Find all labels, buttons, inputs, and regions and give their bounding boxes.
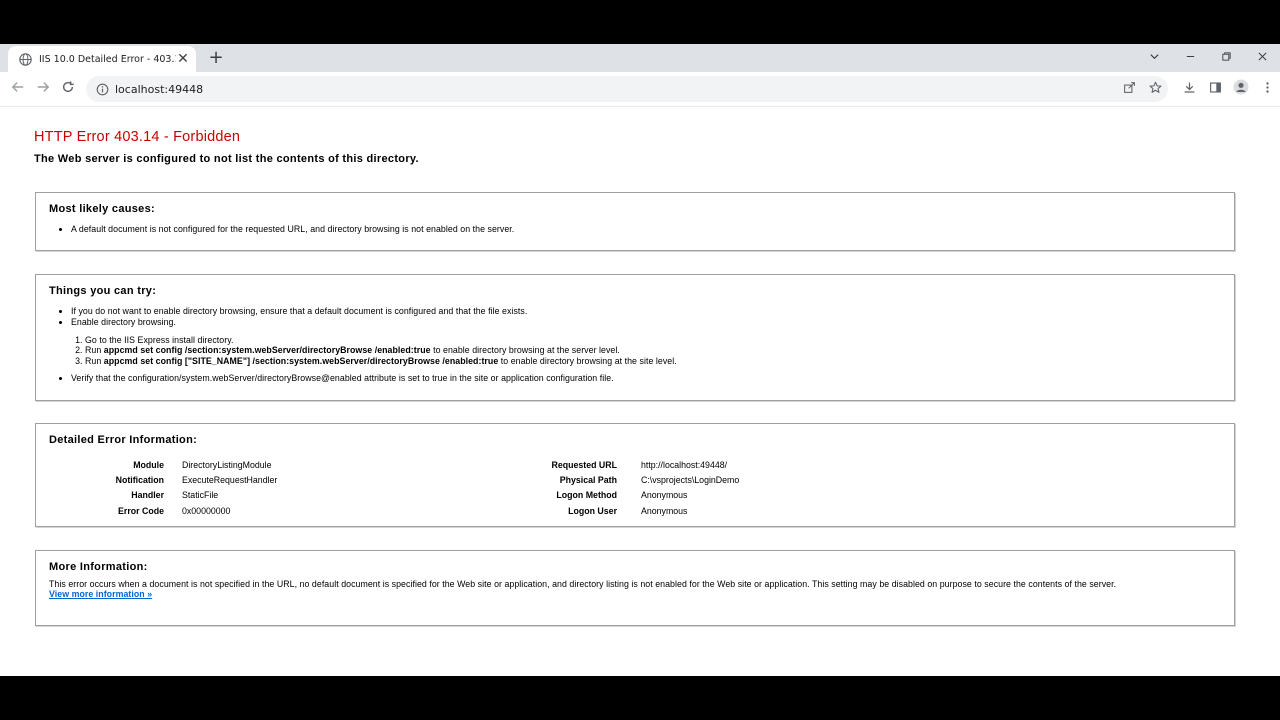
more-info-text: This error occurs when a document is not…	[49, 579, 1117, 589]
new-tab-button[interactable]: +	[206, 48, 226, 68]
detail-value: StaticFile	[182, 490, 219, 501]
causes-panel: Most likely causes: A default document i…	[35, 192, 1235, 251]
detail-value: 0x00000000	[182, 505, 231, 516]
more-info-heading: More Information:	[49, 561, 148, 573]
try-list: If you do not want to enable directory b…	[49, 306, 1221, 384]
detail-value: http://localhost:49448/	[641, 459, 728, 470]
menu-button[interactable]	[1254, 76, 1280, 102]
details-heading: Detailed Error Information:	[49, 434, 198, 446]
omnibox-actions	[1116, 76, 1168, 102]
letterbox-top	[0, 0, 1280, 44]
star-icon	[1148, 81, 1162, 97]
detail-value: ExecuteRequestHandler	[182, 474, 278, 485]
detail-label: Handler	[131, 490, 164, 501]
step-text: Run	[85, 355, 104, 366]
address-bar-url[interactable]: localhost:49448	[115, 83, 203, 96]
causes-heading: Most likely causes:	[49, 203, 155, 215]
minimize-button[interactable]	[1172, 44, 1208, 72]
profile-avatar-icon	[1233, 79, 1249, 99]
kebab-menu-icon	[1261, 81, 1274, 98]
detail-value: C:\vsprojects\LoginDemo	[641, 474, 740, 485]
profile-button[interactable]	[1228, 76, 1254, 102]
step-item: Run appcmd set config /section:system.we…	[85, 345, 1221, 355]
tab-title: IIS 10.0 Detailed Error - 403.14 - Forbi…	[39, 53, 176, 65]
info-circle-icon[interactable]	[95, 82, 109, 96]
list-item: Enable directory browsing. Go to the IIS…	[71, 317, 1221, 366]
bookmark-button[interactable]	[1142, 76, 1168, 102]
more-info-text-block: This error occurs when a document is not…	[49, 579, 1221, 600]
step-item: Go to the IIS Express install directory.	[85, 335, 1221, 345]
address-bar[interactable]: localhost:49448	[86, 76, 1168, 102]
view-more-info-link[interactable]: View more information »	[49, 589, 1221, 599]
side-panel-button[interactable]	[1202, 76, 1228, 102]
steps-list: Go to the IIS Express install directory.…	[71, 335, 1221, 366]
detail-value: DirectoryListingModule	[182, 459, 272, 470]
tab-iis-error[interactable]: IIS 10.0 Detailed Error - 403.14 - Forbi…	[8, 46, 196, 72]
detail-label: Logon Method	[556, 490, 617, 501]
restore-icon	[1221, 51, 1232, 65]
step-text: to enable directory browsing at the site…	[498, 355, 677, 366]
page-title: HTTP Error 403.14 - Forbidden	[34, 129, 241, 145]
try-heading: Things you can try:	[49, 285, 157, 297]
detail-label: Module	[133, 459, 164, 470]
back-button[interactable]	[8, 79, 28, 99]
detail-value: Anonymous	[641, 490, 688, 501]
restore-button[interactable]	[1208, 44, 1244, 72]
minimize-icon	[1185, 51, 1196, 65]
list-item: A default document is not configured for…	[71, 224, 1221, 235]
reload-button[interactable]	[58, 79, 78, 99]
tab-strip: IIS 10.0 Detailed Error - 403.14 - Forbi…	[0, 44, 1280, 72]
arrow-left-icon	[11, 80, 25, 98]
command-text: appcmd set config /section:system.webSer…	[103, 345, 431, 356]
details-left-labels: Module Notification Handler Error Code	[76, 457, 164, 518]
share-icon	[1123, 81, 1136, 97]
close-icon[interactable]: ✕	[176, 52, 190, 66]
list-item-text: Enable directory browsing.	[71, 317, 176, 327]
step-text: to enable directory browsing at the serv…	[430, 345, 620, 356]
browser-toolbar: localhost:49448	[0, 72, 1280, 107]
detail-label: Physical Path	[559, 474, 617, 485]
close-window-button[interactable]	[1244, 44, 1280, 72]
page-subtitle: The Web server is configured to not list…	[34, 153, 419, 165]
globe-icon	[18, 52, 32, 66]
more-info-panel: More Information: This error occurs when…	[35, 550, 1235, 626]
detail-label: Requested URL	[551, 459, 618, 470]
arrow-right-icon	[36, 80, 50, 98]
command-text: appcmd set config ["SITE_NAME"] /section…	[103, 355, 499, 366]
chevron-down-icon	[1149, 51, 1160, 65]
download-icon	[1183, 81, 1196, 98]
causes-list: A default document is not configured for…	[49, 224, 1221, 235]
side-panel-icon	[1209, 81, 1222, 98]
page-content: HTTP Error 403.14 - Forbidden The Web se…	[0, 107, 1280, 676]
close-icon	[1257, 51, 1268, 65]
downloads-button[interactable]	[1176, 76, 1202, 102]
detail-value: Anonymous	[641, 505, 688, 516]
detail-label: Logon User	[568, 505, 617, 516]
browser-window: IIS 10.0 Detailed Error - 403.14 - Forbi…	[0, 44, 1280, 676]
details-right-labels: Requested URL Physical Path Logon Method…	[506, 457, 618, 518]
forward-button[interactable]	[33, 79, 53, 99]
try-panel: Things you can try: If you do not want t…	[35, 274, 1235, 401]
step-item: Run appcmd set config ["SITE_NAME"] /sec…	[85, 356, 1221, 366]
share-button[interactable]	[1116, 76, 1142, 102]
list-item: If you do not want to enable directory b…	[71, 306, 1221, 317]
window-controls	[1136, 44, 1280, 72]
details-panel: Detailed Error Information: Module Notif…	[35, 423, 1235, 527]
step-text: Run	[85, 345, 104, 356]
letterbox-bottom	[0, 676, 1280, 720]
detail-label: Notification	[115, 474, 164, 485]
toolbar-right	[1176, 76, 1280, 102]
reload-icon	[61, 80, 75, 98]
list-item: Verify that the configuration/system.web…	[71, 373, 1221, 384]
detail-label: Error Code	[118, 505, 164, 516]
details-left-values: DirectoryListingModule ExecuteRequestHan…	[182, 457, 482, 518]
tab-search-button[interactable]	[1136, 44, 1172, 72]
details-right-values: http://localhost:49448/ C:\vsprojects\Lo…	[641, 457, 1041, 518]
